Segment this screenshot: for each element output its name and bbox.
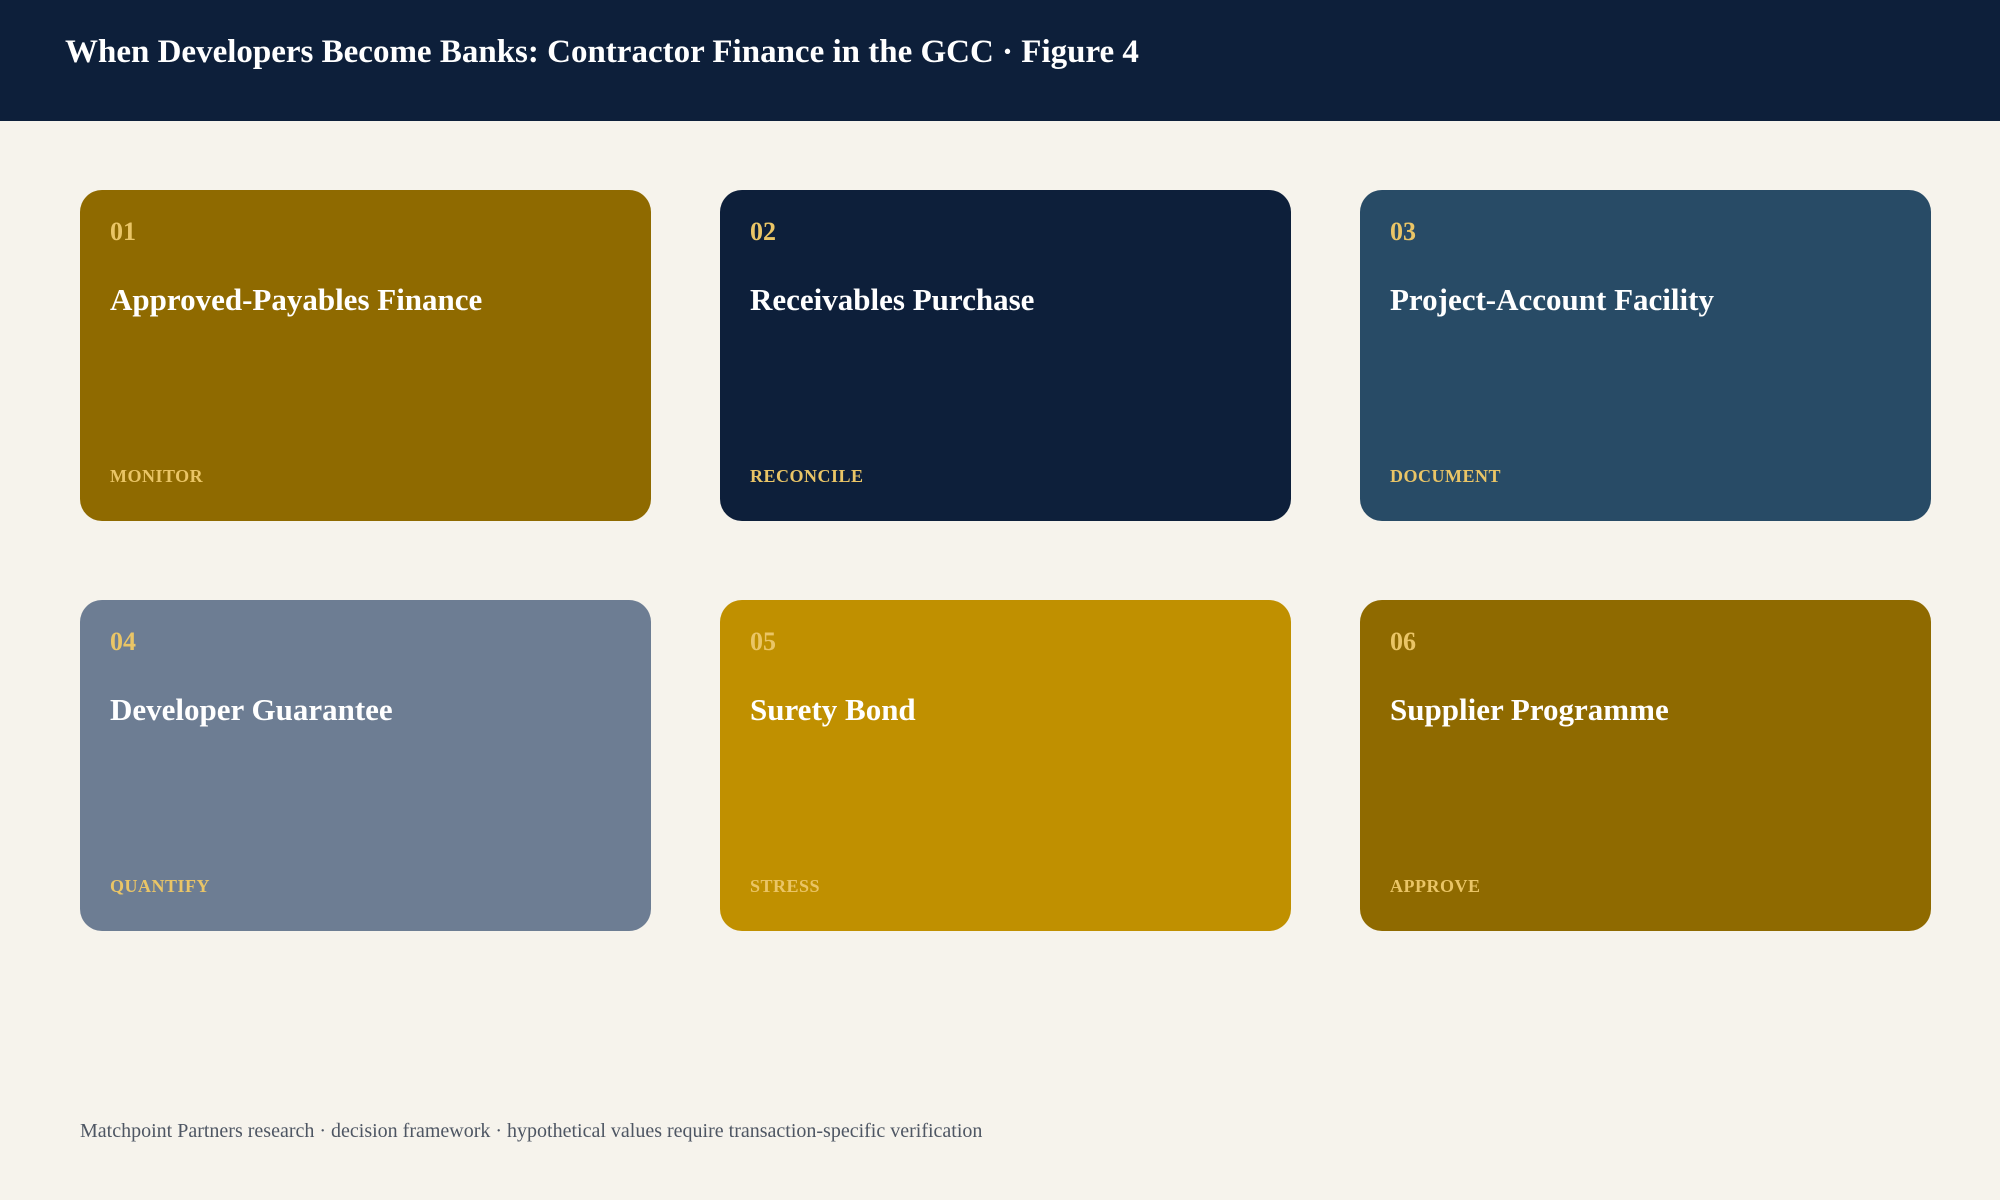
card-title: Surety Bond: [750, 692, 916, 727]
card-tag: DOCUMENT: [1390, 466, 1501, 486]
card-number: 01: [110, 217, 136, 246]
card-tag: STRESS: [750, 876, 821, 896]
card-title: Project-Account Facility: [1390, 282, 1714, 317]
card-approved-payables-finance: 01 Approved-Payables Finance MONITOR: [80, 190, 651, 521]
card-project-account-facility: 03 Project-Account Facility DOCUMENT: [1360, 190, 1931, 521]
card-title: Receivables Purchase: [750, 282, 1035, 317]
card-number: 02: [750, 217, 776, 246]
card-number: 03: [1390, 217, 1416, 246]
card-title: Developer Guarantee: [110, 692, 393, 727]
header-bar: When Developers Become Banks: Contractor…: [0, 0, 2000, 121]
card-tag: MONITOR: [110, 466, 204, 486]
card-tag: RECONCILE: [750, 466, 864, 486]
card-tag: APPROVE: [1390, 876, 1481, 896]
card-number: 06: [1390, 627, 1416, 656]
source-footnote: Matchpoint Partners research · decision …: [80, 1120, 983, 1142]
card-developer-guarantee: 04 Developer Guarantee QUANTIFY: [80, 600, 651, 931]
card-title: Approved-Payables Finance: [110, 282, 483, 317]
card-title: Supplier Programme: [1390, 692, 1669, 727]
card-number: 04: [110, 627, 136, 656]
card-supplier-programme: 06 Supplier Programme APPROVE: [1360, 600, 1931, 931]
card-tag: QUANTIFY: [110, 876, 211, 896]
page-title: When Developers Become Banks: Contractor…: [65, 34, 1139, 70]
card-surety-bond: 05 Surety Bond STRESS: [720, 600, 1291, 931]
card-receivables-purchase: 02 Receivables Purchase RECONCILE: [720, 190, 1291, 521]
framework-card-grid: 01 Approved-Payables Finance MONITOR 02 …: [80, 190, 1932, 931]
card-number: 05: [750, 627, 776, 656]
